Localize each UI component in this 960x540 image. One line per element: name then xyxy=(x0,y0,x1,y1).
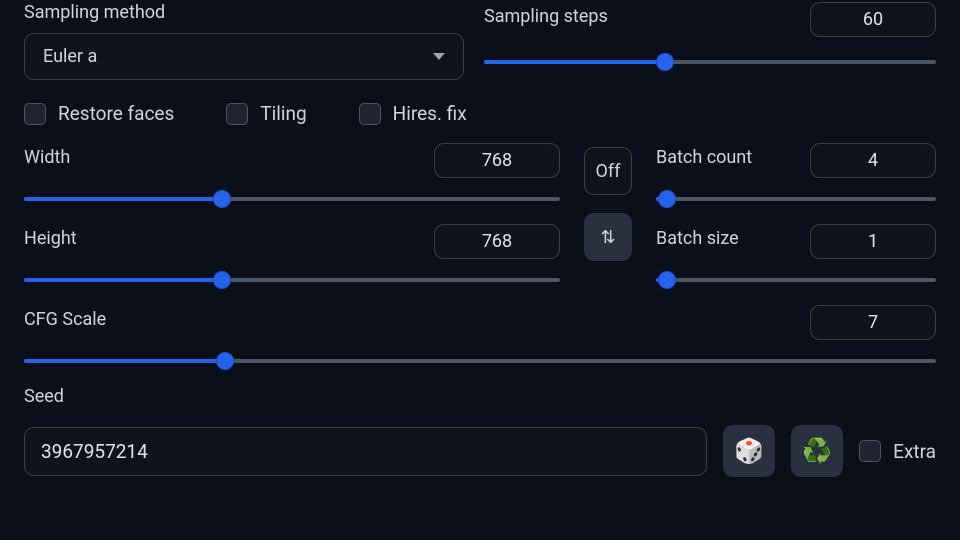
dice-icon: 🎲 xyxy=(734,437,764,465)
checkbox-box xyxy=(24,103,46,125)
extra-label: Extra xyxy=(893,440,936,463)
height-label: Height xyxy=(24,228,77,249)
chevron-down-icon xyxy=(433,53,445,60)
cfg-scale-value[interactable]: 7 xyxy=(810,305,936,340)
seed-input[interactable]: 3967957214 xyxy=(24,427,707,476)
restore-faces-checkbox[interactable]: Restore faces xyxy=(24,102,174,125)
sampling-method-label: Sampling method xyxy=(24,2,474,23)
sampling-method-select[interactable]: Euler a xyxy=(24,33,464,80)
batch-size-slider[interactable] xyxy=(656,273,936,287)
batch-size-value[interactable]: 1 xyxy=(810,224,936,259)
batch-size-label: Batch size xyxy=(656,228,739,249)
sampling-steps-label: Sampling steps xyxy=(484,6,608,27)
batch-count-slider[interactable] xyxy=(656,192,936,206)
sampling-steps-slider[interactable] xyxy=(484,55,936,69)
cfg-scale-label: CFG Scale xyxy=(24,309,106,330)
width-slider[interactable] xyxy=(24,192,560,206)
sampling-steps-value[interactable]: 60 xyxy=(810,2,936,37)
batch-count-label: Batch count xyxy=(656,147,752,168)
swap-dims-button[interactable]: ⇅ xyxy=(584,213,632,261)
tiling-label: Tiling xyxy=(260,102,306,125)
checkbox-box xyxy=(226,103,248,125)
tiling-checkbox[interactable]: Tiling xyxy=(226,102,306,125)
random-seed-button[interactable]: 🎲 xyxy=(723,425,775,477)
restore-faces-label: Restore faces xyxy=(58,102,174,125)
hires-fix-label: Hires. fix xyxy=(393,102,467,125)
recycle-icon: ♻️ xyxy=(802,437,832,465)
extra-checkbox[interactable]: Extra xyxy=(859,440,936,463)
width-label: Width xyxy=(24,147,70,168)
height-value[interactable]: 768 xyxy=(434,224,560,259)
checkbox-box xyxy=(859,440,881,462)
batch-count-value[interactable]: 4 xyxy=(810,143,936,178)
reuse-seed-button[interactable]: ♻️ xyxy=(791,425,843,477)
hires-fix-checkbox[interactable]: Hires. fix xyxy=(359,102,467,125)
swap-icon: ⇅ xyxy=(600,227,615,248)
height-slider[interactable] xyxy=(24,273,560,287)
sampling-method-value: Euler a xyxy=(43,46,97,67)
seed-label: Seed xyxy=(24,386,936,407)
off-button[interactable]: Off xyxy=(584,147,632,195)
checkbox-box xyxy=(359,103,381,125)
cfg-scale-slider[interactable] xyxy=(24,354,936,368)
width-value[interactable]: 768 xyxy=(434,143,560,178)
